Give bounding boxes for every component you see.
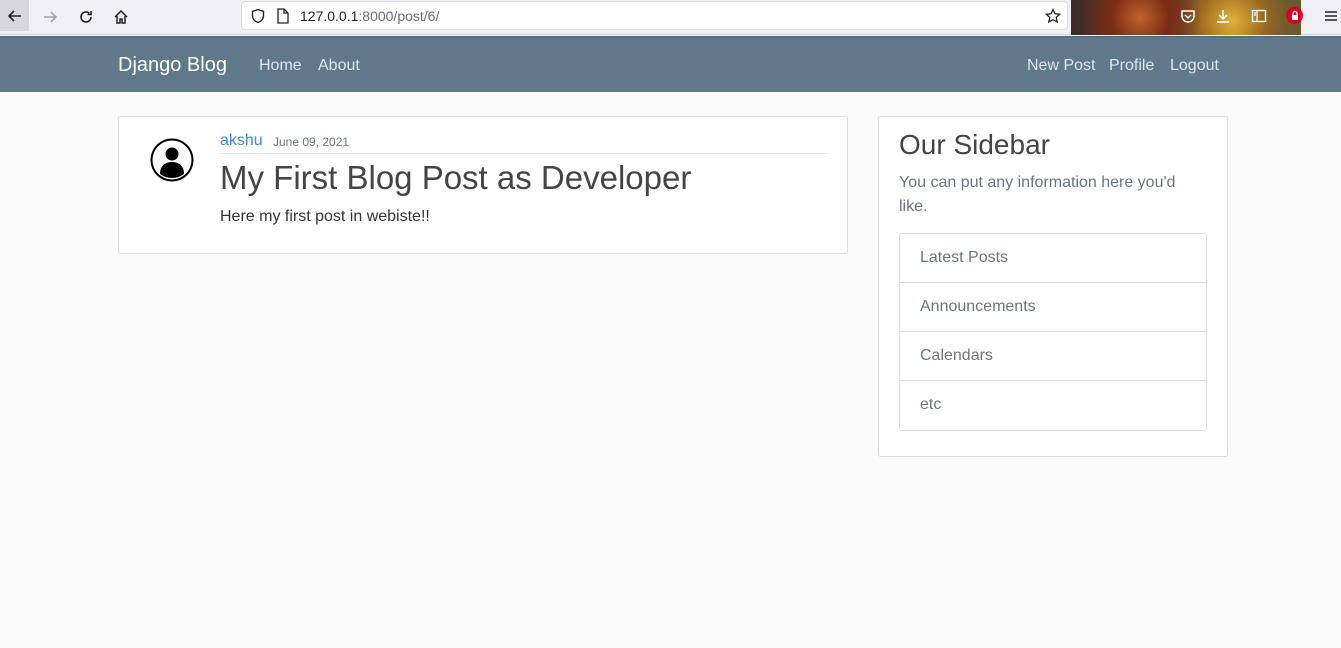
- user-avatar-icon: [150, 138, 194, 182]
- post-date: June 09, 2021: [273, 135, 350, 149]
- nav-link-logout[interactable]: Logout: [1170, 57, 1219, 75]
- sidebar-item-etc[interactable]: etc: [900, 381, 1206, 430]
- post-content: Here my first post in webiste!!: [220, 208, 430, 225]
- sidebar-toggle-icon[interactable]: [1250, 7, 1268, 25]
- bookmark-star-icon[interactable]: [1045, 8, 1061, 24]
- url-bar[interactable]: 127.0.0.1:8000/post/6/: [241, 1, 1068, 30]
- post-card: akshu June 09, 2021 My First Blog Post a…: [118, 116, 848, 254]
- forward-arrow-icon[interactable]: [38, 5, 62, 29]
- sidebar-description: You can put any information here you'd l…: [899, 174, 1176, 215]
- sidebar: Our Sidebar You can put any information …: [878, 116, 1228, 457]
- nav-link-profile[interactable]: Profile: [1109, 57, 1154, 75]
- sidebar-title: Our Sidebar: [899, 129, 1050, 160]
- reload-icon[interactable]: [74, 5, 98, 29]
- url-host: 127.0.0.1: [300, 7, 359, 24]
- sidebar-item-latest-posts[interactable]: Latest Posts: [900, 234, 1206, 283]
- sidebar-list: Latest Posts Announcements Calendars etc: [899, 233, 1207, 431]
- brand-link[interactable]: Django Blog: [118, 54, 227, 77]
- browser-toolbar: 127.0.0.1:8000/post/6/: [0, 0, 1341, 35]
- url-path: :8000/post/6/: [358, 7, 440, 24]
- page-icon: [277, 7, 289, 24]
- lock-extension-icon[interactable]: [1286, 7, 1303, 24]
- sidebar-item-calendars[interactable]: Calendars: [900, 332, 1206, 381]
- back-arrow-icon[interactable]: [0, 0, 29, 31]
- post-meta: akshu June 09, 2021: [220, 132, 827, 154]
- shield-icon[interactable]: [250, 8, 266, 24]
- nav-link-home[interactable]: Home: [259, 57, 302, 75]
- nav-link-new-post[interactable]: New Post: [1027, 57, 1095, 75]
- hamburger-menu-icon[interactable]: [1322, 7, 1340, 25]
- site-navbar: Django Blog Home About New Post Profile …: [0, 36, 1341, 92]
- url-text[interactable]: 127.0.0.1:8000/post/6/: [300, 8, 439, 24]
- home-icon[interactable]: [109, 5, 133, 29]
- pocket-icon[interactable]: [1179, 7, 1197, 25]
- post-title: My First Blog Post as Developer: [220, 159, 692, 196]
- author-link[interactable]: akshu: [220, 132, 263, 150]
- nav-link-about[interactable]: About: [318, 57, 360, 75]
- sidebar-item-announcements[interactable]: Announcements: [900, 283, 1206, 332]
- download-icon[interactable]: [1214, 7, 1232, 25]
